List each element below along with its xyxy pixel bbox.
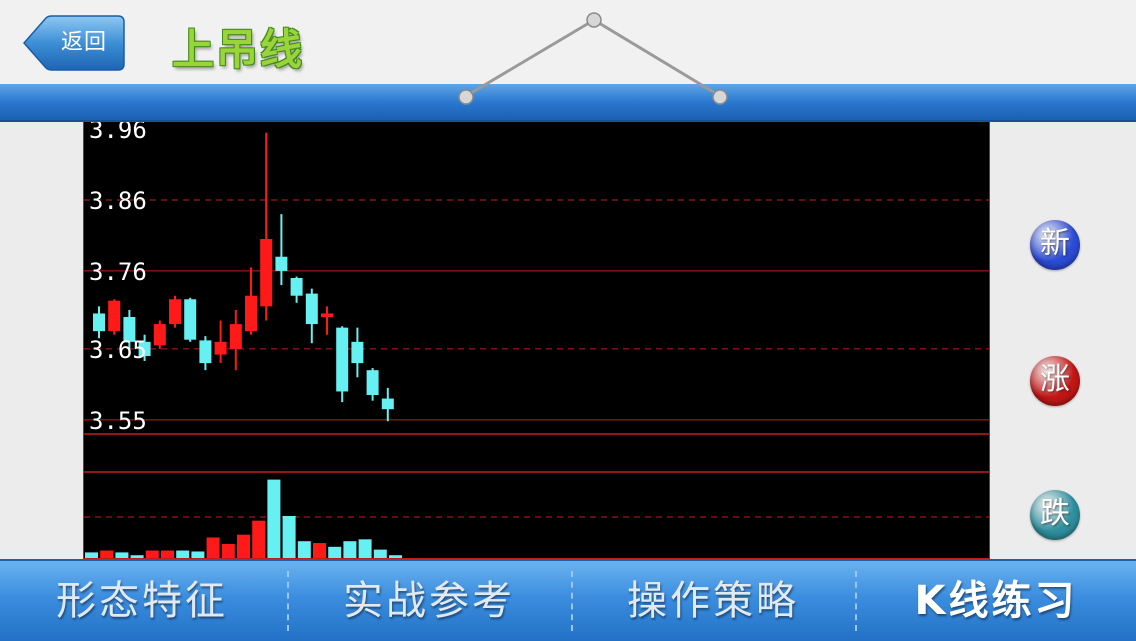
candle-body <box>381 398 394 410</box>
volume-bar <box>115 552 129 558</box>
candle-body <box>93 313 105 332</box>
bottom-tab-bar: 形态特征 实战参考 操作策略 K线练习 <box>0 559 1136 641</box>
y-tick-label: 3.86 <box>89 187 147 215</box>
y-tick-label: 3.65 <box>89 336 147 364</box>
title-banner-bar <box>0 84 1136 122</box>
chart-canvas: 3.96 3.86 3.76 3.65 3.55 <box>84 122 989 558</box>
y-tick-label: 3.55 <box>89 407 147 435</box>
back-button-label: 返回 <box>60 30 107 55</box>
candle-body <box>321 313 333 317</box>
rise-button-label: 涨 <box>1040 362 1070 397</box>
volume-bar <box>221 544 235 558</box>
volume-bar <box>282 516 296 558</box>
candle-body <box>305 293 318 325</box>
volume-bar <box>328 546 342 558</box>
volume-bar <box>389 555 402 558</box>
volume-bar <box>237 534 250 558</box>
candlestick-chart: 3.96 3.86 3.76 3.65 3.55 <box>83 121 990 559</box>
volume-bar <box>313 543 326 558</box>
tab-trading-strategy[interactable]: 操作策略 <box>572 561 854 641</box>
candle-body <box>275 256 288 271</box>
tab-practical-reference[interactable]: 实战参考 <box>288 561 570 641</box>
fall-button-label: 跌 <box>1040 496 1070 531</box>
volume-bar <box>373 549 387 558</box>
volume-bar <box>206 537 220 558</box>
volume-bar <box>161 550 174 558</box>
candle-body <box>199 340 212 364</box>
volume-bar <box>297 541 311 558</box>
page-title: 上吊线 <box>172 25 305 74</box>
candle-body <box>108 300 121 332</box>
volume-bar <box>191 551 205 558</box>
candle-body <box>290 278 303 296</box>
y-tick-label: 3.96 <box>89 122 147 144</box>
candle-body <box>260 239 273 307</box>
rise-button[interactable]: 涨 <box>1030 356 1080 406</box>
candle-body <box>214 341 227 355</box>
candle-body <box>169 299 181 325</box>
volume-bar <box>85 552 98 558</box>
back-button[interactable]: 返回 <box>22 14 126 72</box>
volume-bar <box>358 539 372 558</box>
new-chart-button[interactable]: 新 <box>1030 220 1080 270</box>
candle-body <box>184 299 197 340</box>
y-tick-label: 3.76 <box>89 258 147 286</box>
candle-body <box>351 341 364 364</box>
candle-body <box>336 327 349 392</box>
new-button-label: 新 <box>1040 226 1070 261</box>
volume-bar <box>145 550 159 558</box>
volume-bar <box>130 555 144 558</box>
volume-bar <box>176 550 190 558</box>
volume-bar <box>100 550 114 558</box>
candle-body <box>366 370 379 395</box>
volume-bar <box>267 479 281 558</box>
tab-pattern-features[interactable]: 形态特征 <box>0 561 284 641</box>
volume-bar <box>343 541 357 558</box>
fall-button[interactable]: 跌 <box>1030 490 1080 540</box>
volume-bar <box>252 520 266 558</box>
candle-body <box>229 324 242 349</box>
header-bar: 返回 上吊线 <box>0 0 1136 85</box>
candle-body <box>153 324 166 346</box>
tab-kline-practice[interactable]: K线练习 <box>856 561 1136 641</box>
candle-body <box>245 295 257 332</box>
